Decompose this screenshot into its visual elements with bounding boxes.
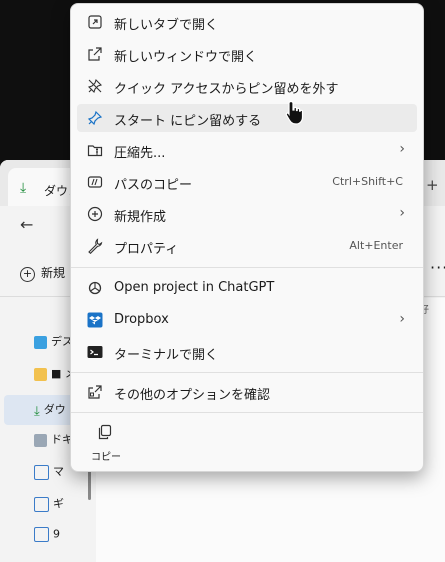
- menu-item-open-new-tab[interactable]: 新しいタブで開く: [77, 8, 417, 36]
- desktop-icon: [34, 335, 47, 349]
- menu-item-label: その他のオプションを確認: [114, 388, 271, 403]
- picture-icon: [34, 527, 49, 542]
- menu-item-unpin-quick-access[interactable]: クイック アクセスからピン留めを外す: [77, 72, 417, 100]
- menu-item-label: Open project in ChatGPT: [114, 280, 275, 295]
- pin-icon: [87, 110, 103, 126]
- menu-item-label: パスのコピー: [114, 178, 193, 193]
- copy-button[interactable]: コピー: [91, 422, 125, 466]
- sidebar-item-9[interactable]: 9: [34, 527, 94, 551]
- menu-item-label: 新しいタブで開く: [114, 18, 219, 33]
- menu-item-label: 新しいウィンドウで開く: [114, 50, 258, 65]
- menu-item-more-options[interactable]: その他のオプションを確認: [77, 378, 417, 406]
- sidebar-label: 9: [53, 527, 60, 541]
- document-icon: [34, 433, 47, 447]
- picture-icon: [34, 496, 49, 512]
- menu-item-new[interactable]: 新規作成 ›: [77, 200, 417, 228]
- menu-item-pin-to-start[interactable]: スタート にピン留めする: [77, 104, 417, 132]
- sidebar-item-gallery[interactable]: ギ: [34, 495, 94, 519]
- menu-separator: [71, 412, 423, 413]
- copy-button-label: コピー: [91, 452, 121, 463]
- more-button[interactable]: ···: [430, 258, 445, 277]
- dropbox-icon: [87, 312, 103, 328]
- menu-separator: [71, 267, 423, 268]
- wrench-icon: [88, 238, 103, 254]
- folder-icon: [34, 367, 47, 381]
- sidebar-label: ダウ: [43, 403, 66, 416]
- download-icon: ⤓: [34, 403, 40, 419]
- picture-icon: [34, 464, 49, 480]
- copy-path-icon: [87, 176, 103, 188]
- terminal-icon: [87, 346, 103, 358]
- back-button[interactable]: ←: [20, 215, 33, 234]
- menu-item-open-new-window[interactable]: 新しいウィンドウで開く: [77, 40, 417, 68]
- zip-folder-icon: [87, 145, 103, 157]
- sidebar-label: マ: [53, 465, 64, 478]
- sidebar-label: ギ: [53, 497, 64, 510]
- new-button-label: 新規: [41, 266, 66, 280]
- new-tab-button[interactable]: +: [426, 176, 439, 194]
- context-menu: 新しいタブで開く 新しいウィンドウで開く クイック アクセスからピン留めを外す …: [70, 3, 424, 472]
- new-item-icon: [87, 206, 103, 222]
- menu-item-compress-to[interactable]: 圧縮先... ›: [77, 136, 417, 164]
- menu-item-label: スタート にピン留めする: [114, 114, 262, 129]
- menu-item-shortcut: Ctrl+Shift+C: [332, 175, 403, 188]
- open-new-window-icon: [88, 47, 102, 61]
- menu-item-open-chatgpt[interactable]: Open project in ChatGPT: [77, 274, 417, 302]
- menu-item-label: クイック アクセスからピン留めを外す: [114, 82, 339, 97]
- menu-item-label: 新規作成: [114, 210, 167, 225]
- chevron-right-icon: ›: [399, 311, 405, 327]
- chatgpt-icon: [88, 281, 102, 295]
- new-button[interactable]: + 新規: [20, 264, 65, 282]
- menu-item-open-terminal[interactable]: ターミナルで開く: [77, 338, 417, 366]
- menu-item-shortcut: Alt+Enter: [349, 239, 403, 252]
- download-icon: ⤓: [20, 180, 27, 196]
- menu-item-label: Dropbox: [114, 312, 169, 327]
- menu-item-label: 圧縮先...: [114, 146, 166, 161]
- chevron-right-icon: ›: [399, 205, 405, 221]
- menu-item-label: ターミナルで開く: [114, 348, 219, 363]
- unpin-icon: [87, 78, 103, 94]
- menu-item-dropbox[interactable]: Dropbox ›: [77, 306, 417, 334]
- menu-item-copy-path[interactable]: パスのコピー Ctrl+Shift+C: [77, 168, 417, 196]
- open-new-tab-icon: [88, 15, 102, 29]
- hand-cursor-icon: [285, 100, 304, 125]
- menu-separator: [71, 372, 423, 373]
- copy-icon: [98, 424, 112, 440]
- chevron-right-icon: ›: [399, 141, 405, 157]
- plus-icon: +: [20, 267, 35, 282]
- menu-item-properties[interactable]: プロパティ Alt+Enter: [77, 232, 417, 260]
- menu-item-label: プロパティ: [114, 242, 179, 257]
- more-options-icon: [88, 385, 102, 399]
